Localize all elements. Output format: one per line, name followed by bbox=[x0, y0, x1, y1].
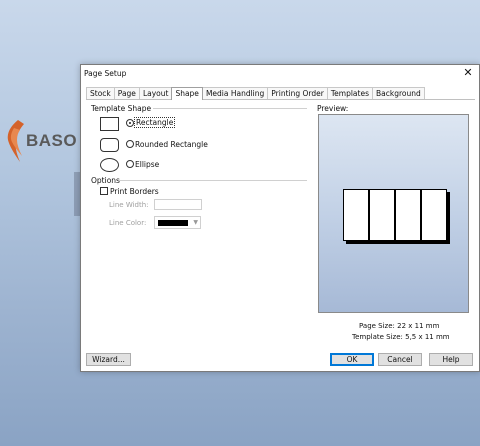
ellipse-icon bbox=[100, 158, 119, 172]
help-button[interactable]: Help bbox=[429, 353, 473, 366]
preview-label-cell bbox=[369, 189, 395, 241]
dialog-title: Page Setup bbox=[84, 69, 127, 78]
tab-stock[interactable]: Stock bbox=[86, 87, 115, 99]
tab-layout[interactable]: Layout bbox=[138, 87, 173, 99]
page-setup-dialog: Page Setup ✕ Stock Page Layout Shape Med… bbox=[80, 64, 480, 372]
chevron-down-icon: ▼ bbox=[193, 219, 198, 226]
preview-label: Preview: bbox=[317, 104, 349, 113]
page-size-text: Page Size: 22 x 11 mm bbox=[359, 322, 440, 330]
tab-media-handling[interactable]: Media Handling bbox=[201, 87, 269, 99]
baso-logo-mark-icon bbox=[7, 120, 24, 162]
ellipse-radio[interactable] bbox=[126, 160, 134, 168]
rounded-rectangle-icon bbox=[100, 138, 119, 152]
options-divider bbox=[119, 180, 307, 181]
rectangle-radio[interactable] bbox=[126, 119, 134, 127]
tab-printing-order[interactable]: Printing Order bbox=[267, 87, 328, 99]
dialog-titlebar: Page Setup ✕ bbox=[81, 65, 479, 81]
options-group-label: Options bbox=[91, 176, 120, 185]
line-color-swatch bbox=[158, 220, 188, 226]
preview-label-cell bbox=[395, 189, 421, 241]
print-borders-checkbox[interactable] bbox=[100, 187, 108, 195]
template-shape-group-label: Template Shape bbox=[91, 104, 152, 113]
background-logo-text: BASO bbox=[26, 131, 78, 150]
tab-background[interactable]: Background bbox=[371, 87, 425, 99]
rectangle-icon bbox=[100, 117, 119, 131]
rounded-rectangle-radio-label[interactable]: Rounded Rectangle bbox=[135, 140, 208, 149]
tab-shape[interactable]: Shape bbox=[171, 87, 203, 100]
line-color-dropdown[interactable]: ▼ bbox=[154, 216, 201, 229]
wizard-button[interactable]: Wizard... bbox=[86, 353, 131, 366]
line-color-label: Line Color: bbox=[109, 219, 147, 227]
line-width-label: Line Width: bbox=[109, 201, 149, 209]
template-shape-divider bbox=[153, 108, 307, 109]
rectangle-radio-label[interactable]: Rectangle bbox=[133, 117, 176, 128]
rounded-rectangle-radio[interactable] bbox=[126, 140, 134, 148]
tab-page[interactable]: Page bbox=[113, 87, 140, 99]
cancel-button[interactable]: Cancel bbox=[378, 353, 422, 366]
preview-label-sheet bbox=[343, 189, 450, 244]
preview-label-cell bbox=[343, 189, 369, 241]
tab-templates[interactable]: Templates bbox=[326, 87, 373, 99]
print-borders-label[interactable]: Print Borders bbox=[110, 187, 159, 196]
close-icon[interactable]: ✕ bbox=[461, 66, 475, 80]
ok-button[interactable]: OK bbox=[330, 353, 374, 366]
ellipse-radio-label[interactable]: Ellipse bbox=[135, 160, 159, 169]
preview-panel bbox=[318, 114, 469, 313]
line-width-field[interactable] bbox=[154, 199, 202, 210]
template-size-text: Template Size: 5,5 x 11 mm bbox=[352, 333, 450, 341]
preview-label-cell bbox=[421, 189, 447, 241]
